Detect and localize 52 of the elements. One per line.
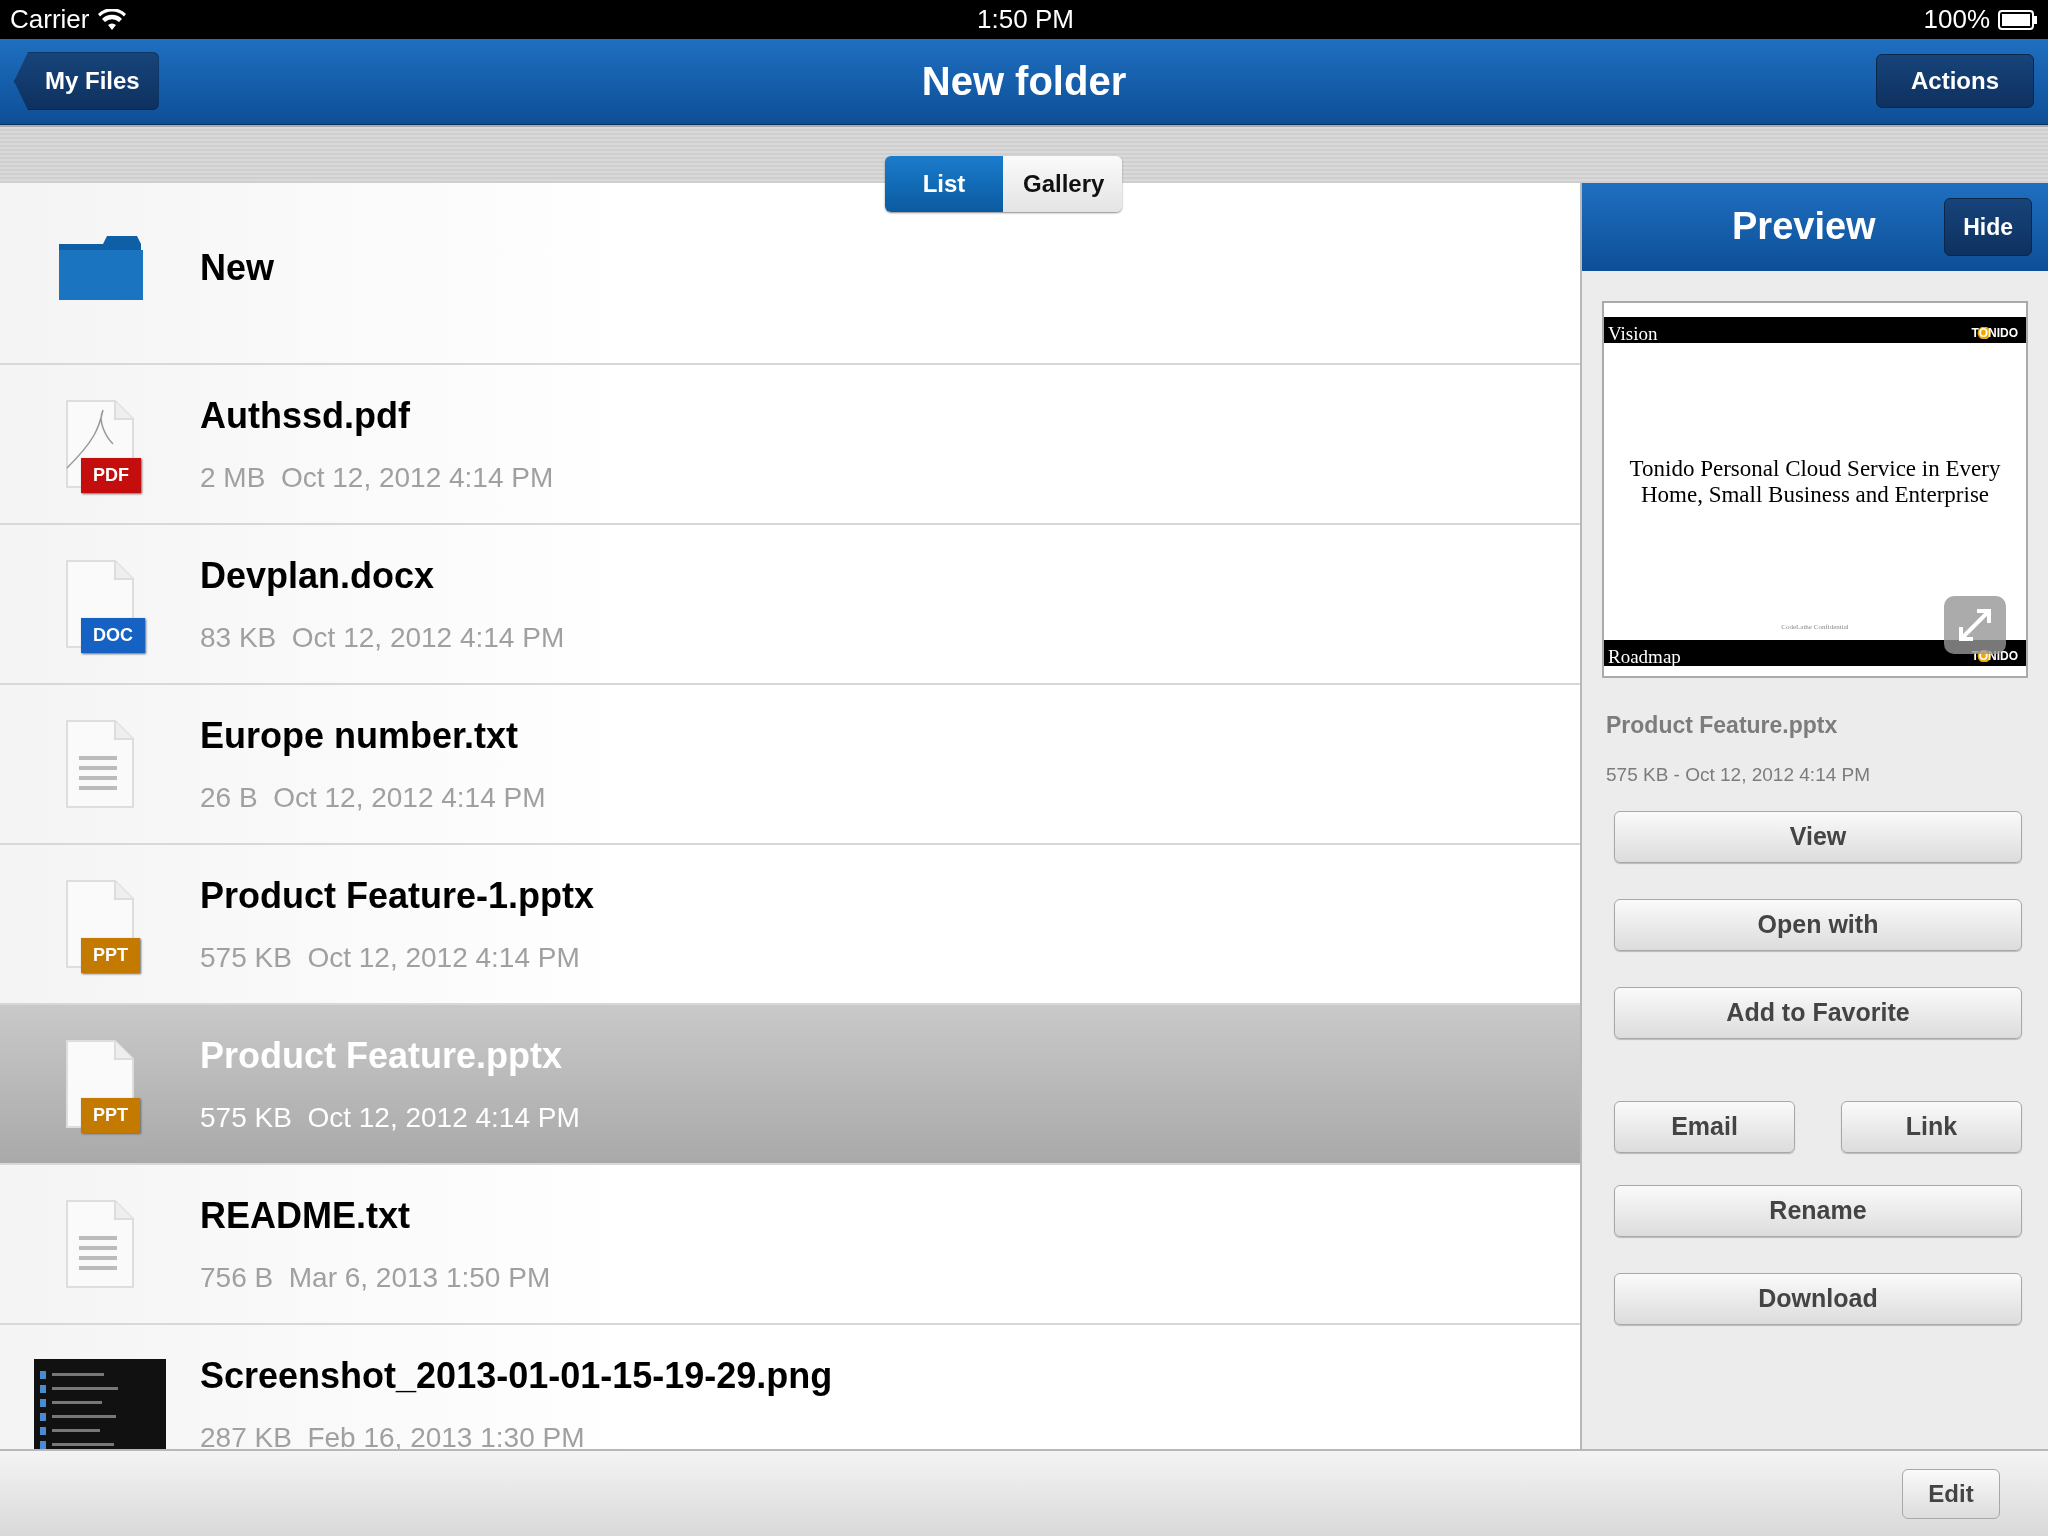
carrier-label: Carrier bbox=[10, 3, 90, 36]
battery-percent: 100% bbox=[1923, 3, 1990, 36]
file-name: README.txt bbox=[200, 1194, 411, 1239]
file-name: Product Feature-1.pptx bbox=[200, 874, 595, 919]
action-button[interactable]: Email bbox=[1614, 1101, 1795, 1154]
file-name: Screenshot_2013-01-01-15-19-29.png bbox=[200, 1354, 833, 1399]
document-icon bbox=[65, 720, 135, 809]
file-name: Authssd.pdf bbox=[200, 394, 411, 439]
preview-file-details: 575 KB - Oct 12, 2012 4:14 PM bbox=[1606, 762, 1872, 787]
slide-heading: Roadmap bbox=[1608, 647, 1681, 667]
file-row[interactable]: README.txt 756 B Mar 6, 2013 1:50 PM bbox=[0, 1165, 1580, 1326]
file-name: Devplan.docx bbox=[200, 554, 436, 599]
file-details: 575 KB Oct 12, 2012 4:14 PM bbox=[200, 1101, 580, 1136]
slide-text: Tonido Personal Cloud Service in Every Home, Small Business and Enterprise bbox=[1628, 455, 2002, 509]
file-type-badge: PDF bbox=[81, 458, 141, 494]
view-tab[interactable]: List bbox=[885, 156, 1003, 212]
expand-icon bbox=[1957, 607, 1993, 644]
file-details: 756 B Mar 6, 2013 1:50 PM bbox=[200, 1261, 551, 1296]
file-details: 26 B Oct 12, 2012 4:14 PM bbox=[200, 781, 546, 816]
status-time: 1:50 PM bbox=[976, 3, 1075, 36]
file-name: Product Feature.pptx bbox=[200, 1034, 564, 1079]
file-details: 575 KB Oct 12, 2012 4:14 PM bbox=[200, 941, 581, 976]
preview-title: Preview bbox=[1732, 204, 1876, 250]
file-details: 83 KB Oct 12, 2012 4:14 PM bbox=[200, 621, 565, 656]
file-type-badge: PPT bbox=[81, 1098, 140, 1134]
action-button[interactable]: Download bbox=[1614, 1273, 2022, 1326]
nav-title: New folder bbox=[921, 58, 1127, 106]
file-row[interactable]: PPT Product Feature-1.pptx 575 KB Oct 12, 2012 4:14 PM bbox=[0, 845, 1580, 1006]
file-row[interactable]: DOC Devplan.docx 83 KB Oct 12, 2012 4:14 PM bbox=[0, 525, 1580, 686]
preview-file-name: Product Feature.pptx bbox=[1606, 711, 1839, 741]
file-type-badge: PPT bbox=[81, 938, 140, 974]
action-button[interactable]: View bbox=[1614, 811, 2022, 864]
file-type-badge: DOC bbox=[81, 618, 145, 654]
view-tab[interactable]: Gallery bbox=[1003, 156, 1122, 212]
file-name: Europe number.txt bbox=[200, 714, 520, 759]
file-details: 2 MB Oct 12, 2012 4:14 PM bbox=[200, 461, 554, 496]
action-button[interactable]: Link bbox=[1841, 1101, 2022, 1154]
document-icon bbox=[65, 1200, 135, 1289]
file-name: New bbox=[200, 246, 275, 291]
hide-button[interactable]: Hide bbox=[1944, 198, 2032, 257]
edit-button[interactable]: Edit bbox=[1902, 1468, 2000, 1519]
folder-icon bbox=[57, 234, 143, 303]
back-button[interactable]: My Files bbox=[14, 52, 159, 111]
file-row[interactable]: PDF Authssd.pdf 2 MB Oct 12, 2012 4:14 PM bbox=[0, 365, 1580, 526]
actions-button[interactable]: Actions bbox=[1876, 54, 2034, 109]
wifi-icon bbox=[97, 8, 128, 31]
file-row[interactable]: Europe number.txt 26 B Oct 12, 2012 4:14 PM bbox=[0, 685, 1580, 846]
action-button[interactable]: Open with bbox=[1614, 899, 2022, 952]
action-button[interactable]: Rename bbox=[1614, 1185, 2022, 1238]
action-button[interactable]: Add to Favorite bbox=[1614, 987, 2022, 1040]
slide-heading: Vision bbox=[1608, 324, 1658, 344]
battery-icon bbox=[1998, 9, 2038, 30]
